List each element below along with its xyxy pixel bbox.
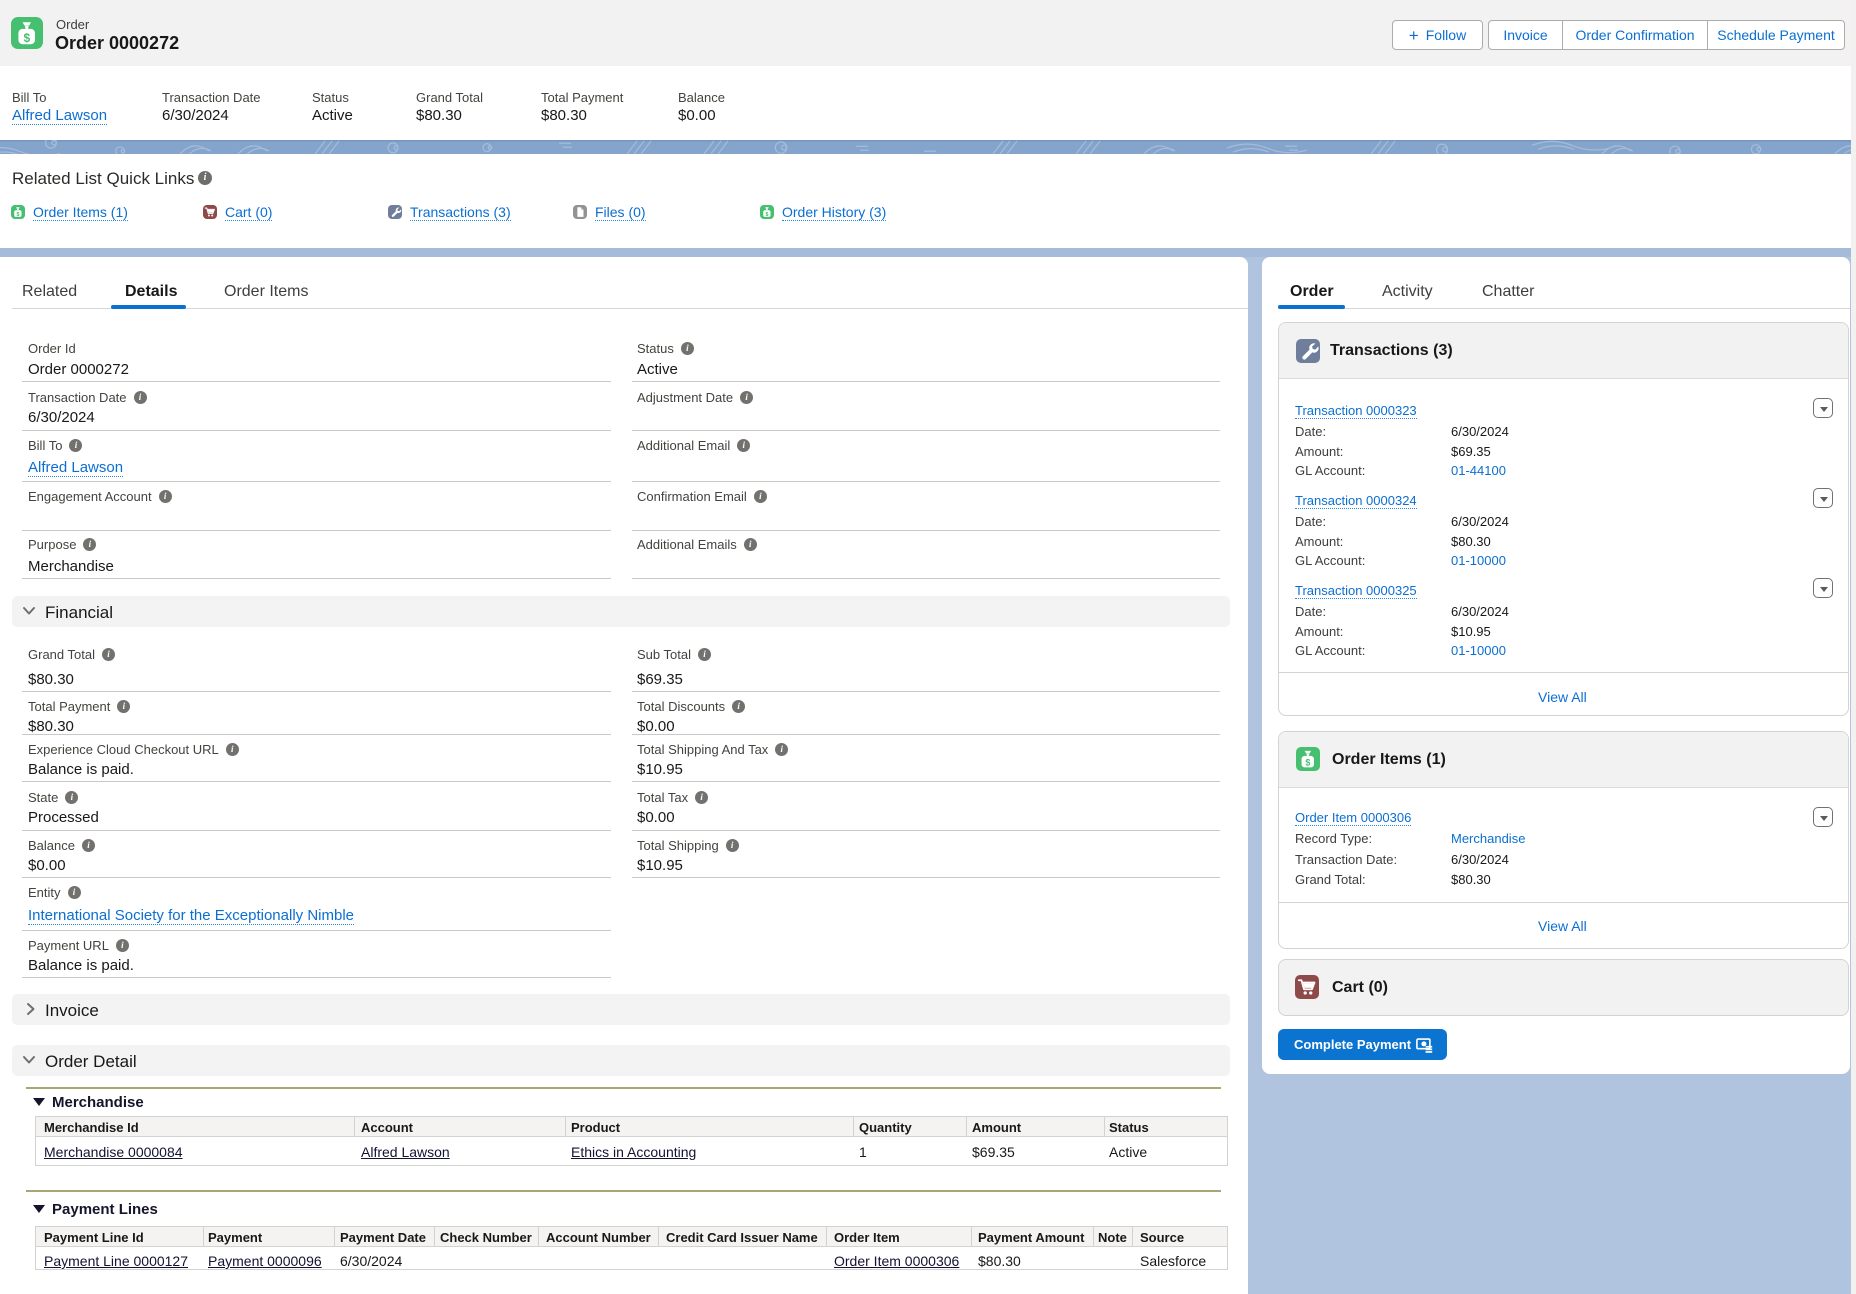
svg-text:$: $	[16, 212, 19, 218]
svg-text:$: $	[1305, 758, 1310, 768]
svg-text:$: $	[23, 31, 30, 45]
svg-text:$: $	[765, 212, 768, 218]
